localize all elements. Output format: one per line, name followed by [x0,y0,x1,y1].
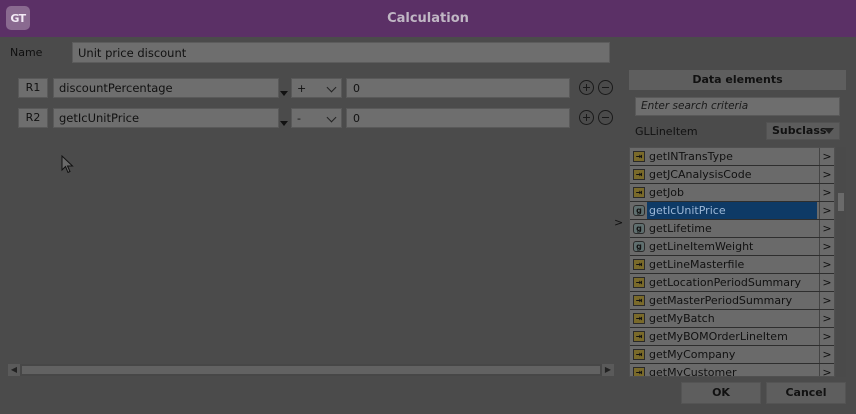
expand-item-button[interactable]: > [819,148,834,165]
method-icon: ⇥ [633,169,645,180]
getter-icon: g [633,223,645,234]
chevron-down-icon [326,112,337,123]
list-item-label: getLineMasterfile [649,258,745,271]
list-item[interactable]: ⇥ getJCAnalysisCode > [630,166,834,184]
list-item[interactable]: ⇥ getLocationPeriodSummary > [630,274,834,292]
method-icon: ⇥ [633,187,645,198]
subclass-label: Subclass [772,124,827,137]
data-elements-panel: Data elements Enter search criteria GLLi… [629,70,846,380]
list-item-label: getLocationPeriodSummary [649,276,802,289]
method-icon: ⇥ [633,367,645,376]
scroll-right-icon[interactable]: ▶ [602,364,614,376]
data-elements-list: ⇥ getINTransType > ⇥ getJCAnalysisCode > ⇥ getJ… [629,147,835,377]
list-item[interactable]: ⇥ getMyCustomer > [630,364,834,377]
expand-item-button[interactable]: > [819,202,834,219]
add-row-icon[interactable] [579,80,594,95]
expand-item-button[interactable]: > [819,328,834,345]
panel-header: Data elements [629,70,846,90]
row-id: R2 [18,108,48,128]
list-item-label: getINTransType [649,150,733,163]
expand-item-button[interactable]: > [819,166,834,183]
window-title: Calculation [387,11,469,26]
title-bar: GT Calculation [0,0,856,37]
scroll-left-icon[interactable]: ◀ [8,364,20,376]
expand-item-button[interactable]: > [819,274,834,291]
list-item[interactable]: g getLifetime > [630,220,834,238]
operator-select[interactable]: - [291,108,342,128]
mouse-cursor-icon [61,155,74,174]
list-item-label: getLineItemWeight [649,240,754,253]
vertical-scrollbar[interactable] [836,147,846,377]
row-id: R1 [18,78,48,98]
add-row-icon[interactable] [579,110,594,125]
method-icon: ⇥ [633,349,645,360]
operator-value: - [297,112,301,125]
list-item[interactable]: ⇥ getLineMasterfile > [630,256,834,274]
field-dropdown-arrow-icon[interactable] [280,91,288,96]
method-icon: ⇥ [633,259,645,270]
insert-element-arrow[interactable]: > [614,216,623,229]
method-icon: ⇥ [633,295,645,306]
getter-icon: g [633,241,645,252]
list-item-label: getMyBatch [649,312,715,325]
expand-item-button[interactable]: > [819,184,834,201]
value-input[interactable]: 0 [346,78,570,98]
horizontal-scrollbar[interactable]: ◀ ▶ [8,364,614,376]
list-item[interactable]: ⇥ getJob > [630,184,834,202]
list-item-label: getLifetime [649,222,712,235]
list-item[interactable]: ⇥ getMyCompany > [630,346,834,364]
remove-row-icon[interactable] [598,80,613,95]
getter-icon: g [633,205,645,216]
expand-item-button[interactable]: > [819,346,834,363]
name-input[interactable]: Unit price discount [72,42,610,63]
list-item-label: getMyCustomer [649,366,737,377]
expand-item-button[interactable]: > [819,256,834,273]
name-label: Name [10,46,43,59]
list-item-label: getMasterPeriodSummary [649,294,793,307]
list-item-label: getJob [649,186,685,199]
list-item[interactable]: g getLineItemWeight > [630,238,834,256]
expand-item-button[interactable]: > [819,220,834,237]
list-item-label: getMyBOMOrderLineItem [649,330,788,343]
method-icon: ⇥ [633,277,645,288]
cancel-button[interactable]: Cancel [766,382,846,404]
expand-item-button[interactable]: > [819,292,834,309]
list-item[interactable]: ⇥ getMyBatch > [630,310,834,328]
method-icon: ⇥ [633,151,645,162]
method-icon: ⇥ [633,313,645,324]
field-input[interactable]: discountPercentage [53,78,279,98]
scrollbar-thumb[interactable] [22,366,600,374]
list-item-label: getJCAnalysisCode [649,168,752,181]
operator-select[interactable]: + [291,78,342,98]
search-input[interactable]: Enter search criteria [635,97,840,116]
chevron-down-icon [326,82,337,93]
expand-item-button[interactable]: > [819,238,834,255]
class-name-label: GLLineItem [635,125,698,138]
list-item-label: getIcUnitPrice [647,202,817,219]
dropdown-triangle-icon [824,128,834,134]
list-item[interactable]: ⇥ getMyBOMOrderLineItem > [630,328,834,346]
list-item[interactable]: g getIcUnitPrice > [630,202,834,220]
scrollbar-thumb[interactable] [838,193,844,211]
list-item[interactable]: ⇥ getMasterPeriodSummary > [630,292,834,310]
list-item[interactable]: ⇥ getINTransType > [630,148,834,166]
remove-row-icon[interactable] [598,110,613,125]
field-dropdown-arrow-icon[interactable] [280,121,288,126]
method-icon: ⇥ [633,331,645,342]
ok-button[interactable]: OK [681,382,761,404]
list-item-label: getMyCompany [649,348,736,361]
field-input[interactable]: getIcUnitPrice [53,108,279,128]
subclass-dropdown[interactable]: Subclass [766,122,840,140]
expand-item-button[interactable]: > [819,364,834,376]
value-input[interactable]: 0 [346,108,570,128]
expand-item-button[interactable]: > [819,310,834,327]
formula-area: R1 discountPercentage + 0 R2 getIcUnitPr… [8,70,614,376]
operator-value: + [297,82,307,95]
